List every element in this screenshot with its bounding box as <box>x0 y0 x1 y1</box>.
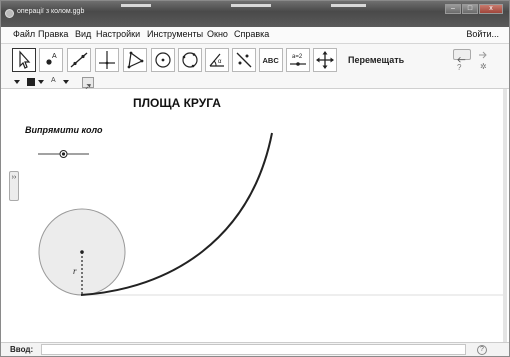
menu-window[interactable]: Окно <box>207 29 228 39</box>
titlebar-decoration <box>331 4 366 7</box>
titlebar-decoration <box>231 4 271 7</box>
svg-text:α: α <box>218 59 222 65</box>
reflect-tool-icon[interactable] <box>232 48 256 72</box>
side-panel-toggle[interactable]: ›› <box>9 171 19 201</box>
stylebar-toggle-icon[interactable] <box>14 80 20 84</box>
slider-tool-icon[interactable]: a=2 <box>286 48 310 72</box>
canvas-title: ПЛОЩА КРУГА <box>133 96 221 110</box>
vertical-scrollbar[interactable] <box>503 89 507 342</box>
active-tool-label: Перемещать <box>348 55 405 65</box>
toolbar: A α ABC a=2 Перемещать ? ✲ <box>1 44 509 76</box>
graphics-view[interactable]: r ПЛОЩА КРУГА Випрямити коло ›› <box>1 89 509 342</box>
maximize-button[interactable]: □ <box>462 4 478 14</box>
input-bar: Ввод: ? <box>1 342 509 356</box>
slider-caption: Випрямити коло <box>25 125 103 135</box>
chevron-down-icon[interactable] <box>38 80 44 84</box>
polygon-tool-icon[interactable] <box>123 48 147 72</box>
move-tool-icon[interactable] <box>12 48 36 72</box>
pin-icon[interactable] <box>82 77 94 90</box>
help-icon[interactable]: ? <box>457 63 461 72</box>
slider-handle-dot <box>61 152 66 156</box>
menu-help[interactable]: Справка <box>234 29 269 39</box>
svg-text:a=2: a=2 <box>292 54 303 60</box>
menu-bar: Файл Правка Вид Настройки Инструменты Ок… <box>1 27 509 44</box>
menu-tools[interactable]: Инструменты <box>147 29 203 39</box>
svg-text:A: A <box>52 53 57 60</box>
input-label: Ввод: <box>10 345 34 354</box>
window-title: операції з колом.ggb <box>17 8 85 15</box>
undo-icon[interactable] <box>453 49 471 63</box>
menu-file[interactable]: Файл <box>13 29 35 39</box>
text-tool-icon[interactable]: ABC <box>259 48 283 72</box>
menu-edit[interactable]: Правка <box>38 29 68 39</box>
app-window: операції з колом.ggb – □ x Файл Правка В… <box>0 0 510 357</box>
login-link[interactable]: Войти... <box>466 29 499 39</box>
command-input[interactable] <box>41 344 466 355</box>
color-swatch[interactable] <box>27 78 35 86</box>
gear-icon[interactable]: ✲ <box>480 62 487 71</box>
font-size-icon[interactable]: A <box>51 77 56 84</box>
minimize-button[interactable]: – <box>445 4 461 14</box>
style-bar: A <box>1 76 509 90</box>
circle-center-point[interactable] <box>80 250 84 254</box>
menu-view[interactable]: Вид <box>75 29 91 39</box>
perpendicular-tool-icon[interactable] <box>95 48 119 72</box>
window-controls: – □ x <box>445 4 503 14</box>
point-tool-icon[interactable]: A <box>39 48 63 72</box>
svg-text:ABC: ABC <box>263 56 280 65</box>
line-tool-icon[interactable] <box>67 48 91 72</box>
circle-three-points-tool-icon[interactable] <box>178 48 202 72</box>
menu-settings[interactable]: Настройки <box>96 29 140 39</box>
circle-tool-icon[interactable] <box>151 48 175 72</box>
chevron-down-icon[interactable] <box>63 80 69 84</box>
radius-label: r <box>73 266 77 276</box>
titlebar-decoration <box>121 4 151 7</box>
move-view-tool-icon[interactable] <box>313 48 337 72</box>
angle-tool-icon[interactable]: α <box>205 48 229 72</box>
close-button[interactable]: x <box>479 4 503 14</box>
input-help-icon[interactable]: ? <box>477 345 487 355</box>
redo-icon[interactable] <box>477 50 487 59</box>
geogebra-app-icon <box>5 9 14 18</box>
title-bar[interactable]: операції з колом.ggb – □ x <box>1 1 509 27</box>
